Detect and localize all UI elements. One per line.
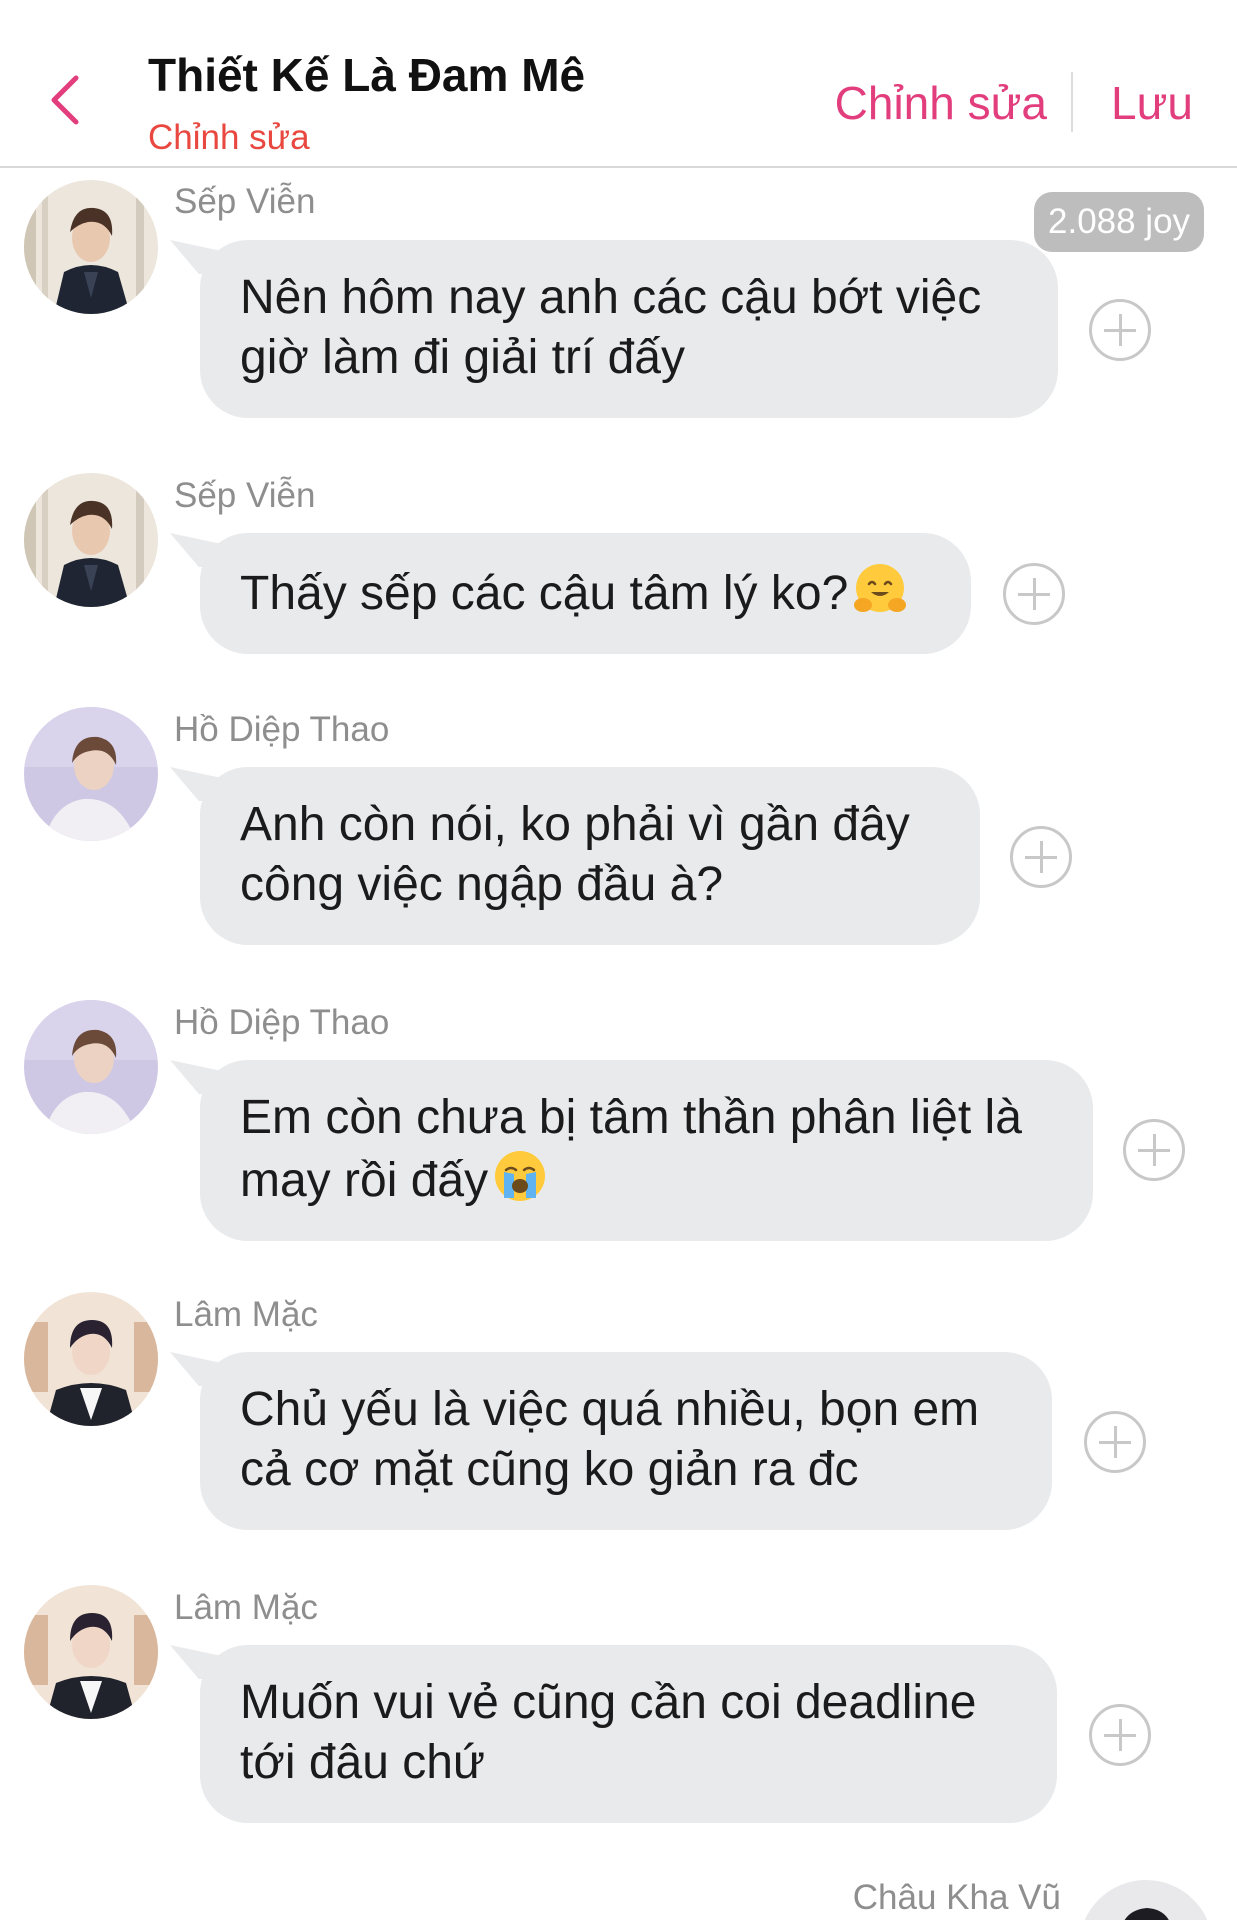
sender-name: Hồ Diệp Thao (174, 1003, 390, 1042)
message-bubble[interactable]: Chủ yếu là việc quá nhiều, bọn em cả cơ … (200, 1352, 1052, 1530)
message-bubble[interactable]: Muốn vui vẻ cũng cần coi deadline tới đâ… (200, 1645, 1057, 1823)
message-line: công việc ngập đầu à? (240, 858, 724, 911)
message-line: Nên hôm nay anh các cậu bớt việc (240, 271, 982, 324)
message-bubble[interactable]: Anh còn nói, ko phải vì gần đây công việ… (200, 767, 980, 945)
chevron-left-icon (51, 75, 79, 125)
add-reaction-button[interactable] (1123, 1119, 1185, 1181)
sender-name: Lâm Mặc (174, 1295, 318, 1334)
message-line: cả cơ mặt cũng ko giản ra đc (240, 1443, 859, 1496)
message-bubble[interactable]: Nên hôm nay anh các cậu bớt việc giờ làm… (200, 240, 1058, 418)
avatar[interactable] (24, 1000, 158, 1134)
message-bubble[interactable]: Em còn chưa bị tâm thần phân liệt là may… (200, 1060, 1093, 1241)
message-line: tới đâu chứ (240, 1736, 486, 1789)
save-button[interactable]: Lưu (1111, 76, 1193, 130)
add-reaction-button[interactable] (1010, 826, 1072, 888)
message-line: Thấy sếp các cậu tâm lý ko? (240, 567, 849, 620)
sender-name: Hồ Diệp Thao (174, 710, 390, 749)
add-reaction-button[interactable] (1003, 563, 1065, 625)
avatar[interactable] (24, 1292, 158, 1426)
hugging-face-emoji (854, 564, 907, 612)
sender-name: Lâm Mặc (174, 1588, 318, 1627)
back-button[interactable] (40, 70, 90, 130)
chat-title: Thiết Kế Là Đam Mê (148, 49, 586, 101)
edit-button[interactable]: Chỉnh sửa (835, 76, 1047, 130)
avatar[interactable] (24, 180, 158, 314)
chat-subtitle: Chỉnh sửa (148, 118, 310, 157)
message-line: Chủ yếu là việc quá nhiều, bọn em (240, 1383, 980, 1436)
add-reaction-button[interactable] (1089, 299, 1151, 361)
header-divider (1071, 72, 1073, 132)
add-reaction-button[interactable] (1089, 1704, 1151, 1766)
sender-name: Châu Kha Vũ (852, 1878, 1061, 1917)
loudly-crying-face-emoji (495, 1151, 546, 1201)
joy-badge: 2.088 joy (1034, 192, 1205, 252)
avatar[interactable] (24, 473, 158, 607)
message-line: Muốn vui vẻ cũng cần coi deadline (240, 1676, 977, 1729)
message-item: Châu Kha Vũ (0, 1860, 1237, 1920)
sender-name: Sếp Viễn (174, 476, 316, 515)
chat-header: Thiết Kế Là Đam Mê Chỉnh sửa Chỉnh sửa L… (0, 0, 1237, 168)
avatar[interactable] (24, 1585, 158, 1719)
message-bubble[interactable]: Thấy sếp các cậu tâm lý ko? (200, 533, 971, 654)
message-line: Em còn chưa bị tâm thần phân liệt là (240, 1091, 1022, 1144)
sender-name: Sếp Viễn (174, 182, 316, 221)
message-line: may rồi đấy (240, 1154, 489, 1207)
avatar[interactable] (24, 707, 158, 841)
message-line: Anh còn nói, ko phải vì gần đây (240, 798, 910, 851)
avatar[interactable] (1079, 1880, 1213, 1920)
add-reaction-button[interactable] (1084, 1411, 1146, 1473)
message-line: giờ làm đi giải trí đấy (240, 331, 685, 384)
